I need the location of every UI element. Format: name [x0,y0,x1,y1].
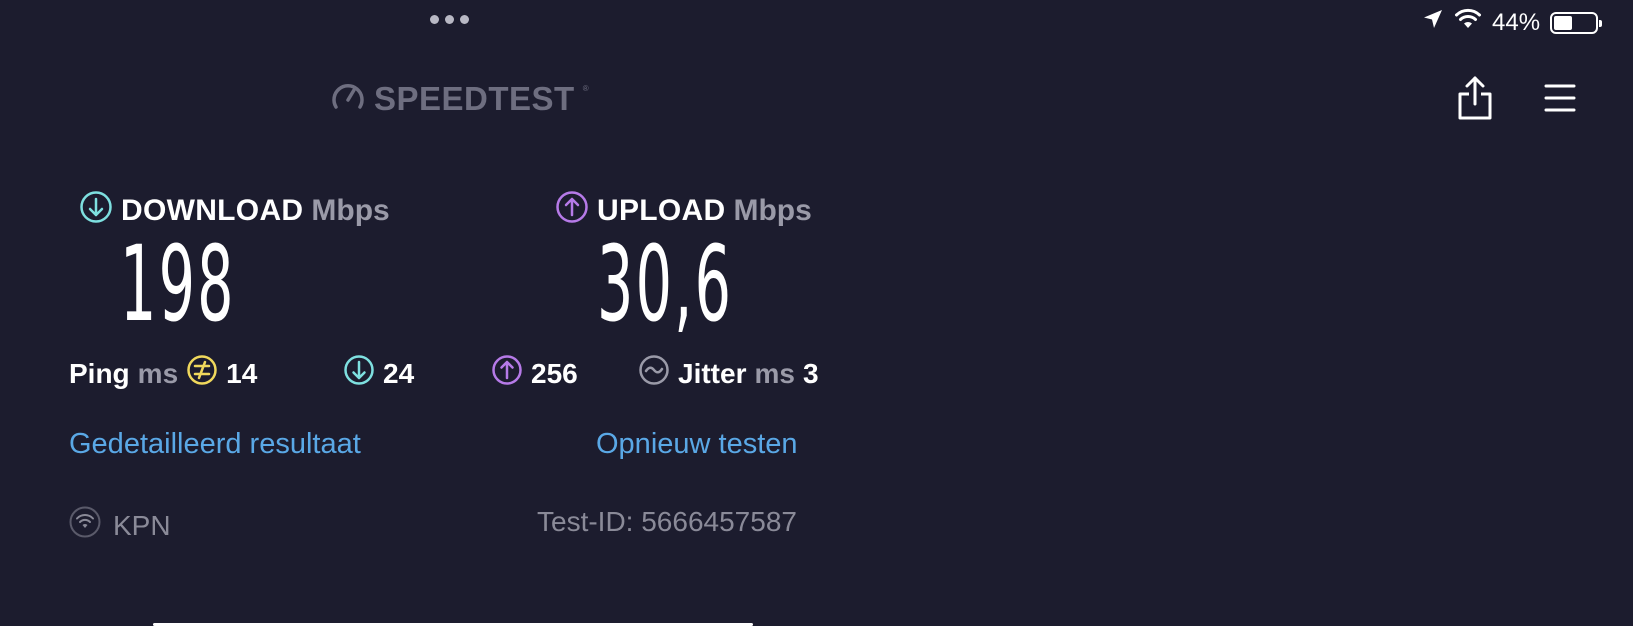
ping-download-value: 24 [383,357,415,389]
jitter-unit: ms [754,357,795,389]
wifi-icon [1454,8,1482,37]
upload-value: 30,6 [597,223,734,345]
speedtest-logo: SPEEDTEST ® [330,78,589,119]
upload-unit: Mbps [733,194,812,227]
location-arrow-icon [1422,8,1444,37]
ping-group: Ping ms 14 [69,354,257,393]
download-latency-icon [343,354,375,393]
retest-link[interactable]: Opnieuw testen [596,428,798,461]
battery-percentage: 44% [1492,8,1541,36]
upload-arrow-icon [555,190,589,232]
status-bar: 44% [1422,8,1603,37]
provider-name: KPN [113,509,171,541]
detailed-result-link[interactable]: Gedetailleerd resultaat [69,428,361,461]
test-id: Test-ID: 5666457587 [537,506,797,537]
ping-upload-value: 256 [531,357,578,389]
share-button[interactable] [1455,74,1495,122]
dot [460,15,469,24]
upload-latency-icon [491,354,523,393]
ping-idle-value: 14 [226,357,258,389]
jitter-value: 3 [802,357,819,389]
ping-upload-group: 256 [491,354,578,393]
ping-download-group: 24 [343,354,414,393]
jitter-label: Jitter [678,357,747,389]
dot [445,15,454,24]
menu-button[interactable] [1540,78,1580,118]
ping-unit: ms [137,357,179,389]
jitter-icon [638,354,670,393]
battery-nub [1599,19,1603,27]
provider-info: KPN [69,506,171,545]
multitasking-dots[interactable] [430,15,469,24]
download-arrow-icon [79,190,113,232]
battery-icon [1550,11,1603,34]
speedometer-icon [330,78,366,119]
battery-fill [1554,15,1572,30]
hamburger-icon [1544,84,1576,112]
jitter-group: Jitter ms 3 [638,354,819,393]
brand-name: SPEEDTEST [374,79,575,117]
download-value: 198 [120,223,236,345]
share-icon [1458,76,1492,120]
network-wifi-icon [69,506,101,545]
download-unit: Mbps [311,194,390,227]
trademark-mark: ® [582,84,589,93]
dot [430,15,439,24]
ping-label: Ping [69,357,130,389]
idle-latency-icon [186,354,218,393]
